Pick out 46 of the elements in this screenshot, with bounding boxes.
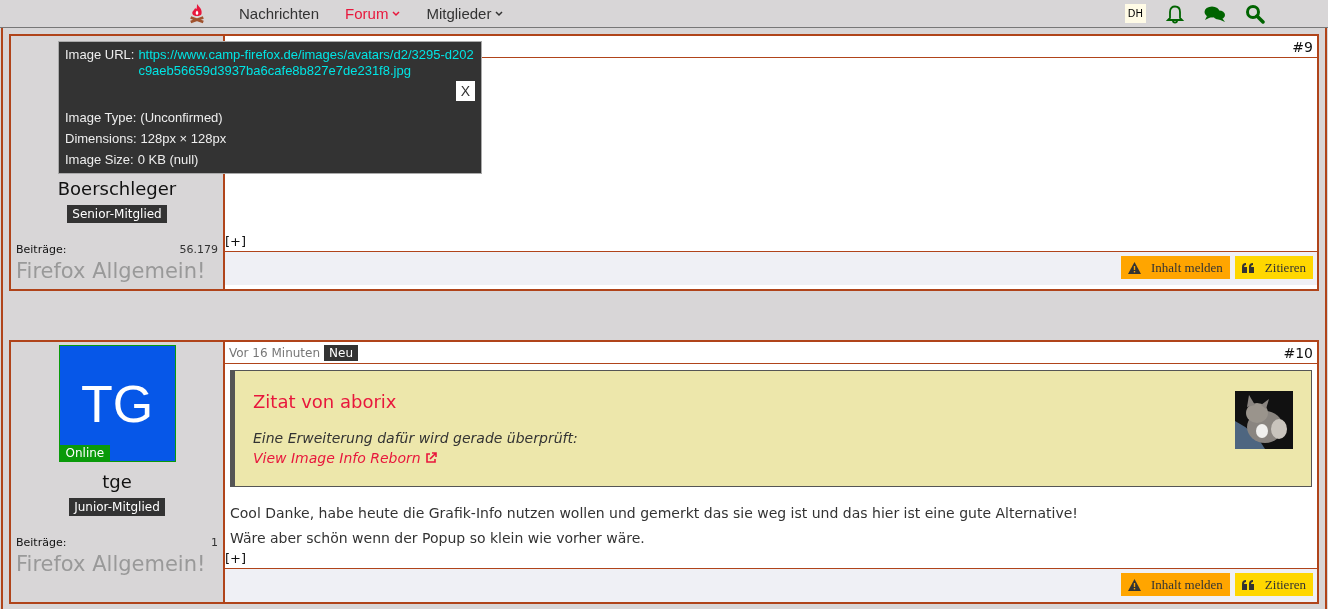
- quote-text: Eine Erweiterung dafür wird gerade überprüft:: [253, 430, 578, 446]
- post-number[interactable]: #9: [1292, 38, 1313, 55]
- quote-icon: [1241, 262, 1255, 273]
- report-button[interactable]: Inhalt melden: [1121, 256, 1230, 279]
- posts-label: Beiträge:: [16, 243, 67, 256]
- warning-icon: [1128, 578, 1141, 591]
- quote-icon: [1241, 579, 1255, 590]
- image-url-link[interactable]: https://www.camp-firefox.de/images/avatars/d2/3295-d202c9aeb56659d3937ba6cafe8b827e7de231f8.jpg: [138, 47, 475, 79]
- posts-count: 56.179: [179, 243, 218, 256]
- avatar-initials: TG: [80, 373, 154, 434]
- info-label: Dimensions:: [65, 130, 137, 148]
- quote-button[interactable]: Zitieren: [1234, 573, 1313, 596]
- chat-icon[interactable]: [1204, 4, 1226, 23]
- nav-link[interactable]: Mitglieder: [426, 5, 504, 22]
- extension-link[interactable]: View Image Info Reborn: [253, 450, 578, 466]
- user-signature: Firefox Allgemein!: [16, 552, 206, 576]
- info-value: (Unconfirmed): [140, 109, 223, 127]
- author-name[interactable]: Boerschleger: [57, 178, 177, 199]
- post-time[interactable]: Vor 16 Minuten: [229, 345, 321, 360]
- post-text: Wäre aber schön wenn der Popup so klein wie vorher wäre.: [230, 529, 646, 548]
- info-label: Image URL:: [65, 47, 135, 64]
- quote-button[interactable]: Zitieren: [1234, 256, 1313, 279]
- post-text: Cool Danke, habe heute die Grafik-Info nutzen wollen und gemerkt das sie weg ist und das hier ist eine gute Alternative!: [230, 504, 1079, 523]
- info-value: 128px × 128px: [140, 130, 227, 148]
- external-link-icon: [424, 452, 437, 464]
- post-number[interactable]: #10: [1283, 344, 1313, 361]
- info-value: 0 KB (null): [137, 151, 199, 169]
- quote-title[interactable]: Zitat von aborix: [253, 391, 578, 412]
- search-icon[interactable]: [1245, 3, 1265, 24]
- info-label: Image Size:: [65, 151, 134, 169]
- warning-icon: [1128, 261, 1141, 274]
- rank-badge: Senior-Mitglied: [67, 205, 167, 223]
- report-button[interactable]: Inhalt melden: [1121, 573, 1230, 596]
- info-label: Image Type:: [65, 109, 137, 127]
- nav-link[interactable]: Nachrichten: [239, 5, 320, 22]
- posts-count: 1: [211, 536, 218, 549]
- close-button[interactable]: X: [455, 81, 475, 101]
- posts-label: Beiträge:: [16, 536, 67, 549]
- campfire-logo[interactable]: [188, 3, 206, 25]
- online-badge: Online: [59, 445, 111, 461]
- new-badge: Neu: [324, 344, 358, 361]
- rank-badge: Junior-Mitglied: [69, 498, 165, 516]
- bell-icon[interactable]: [1165, 3, 1185, 24]
- user-avatar[interactable]: DH: [1124, 4, 1146, 23]
- author-name[interactable]: tge: [102, 471, 132, 492]
- user-signature: Firefox Allgemein!: [16, 259, 206, 283]
